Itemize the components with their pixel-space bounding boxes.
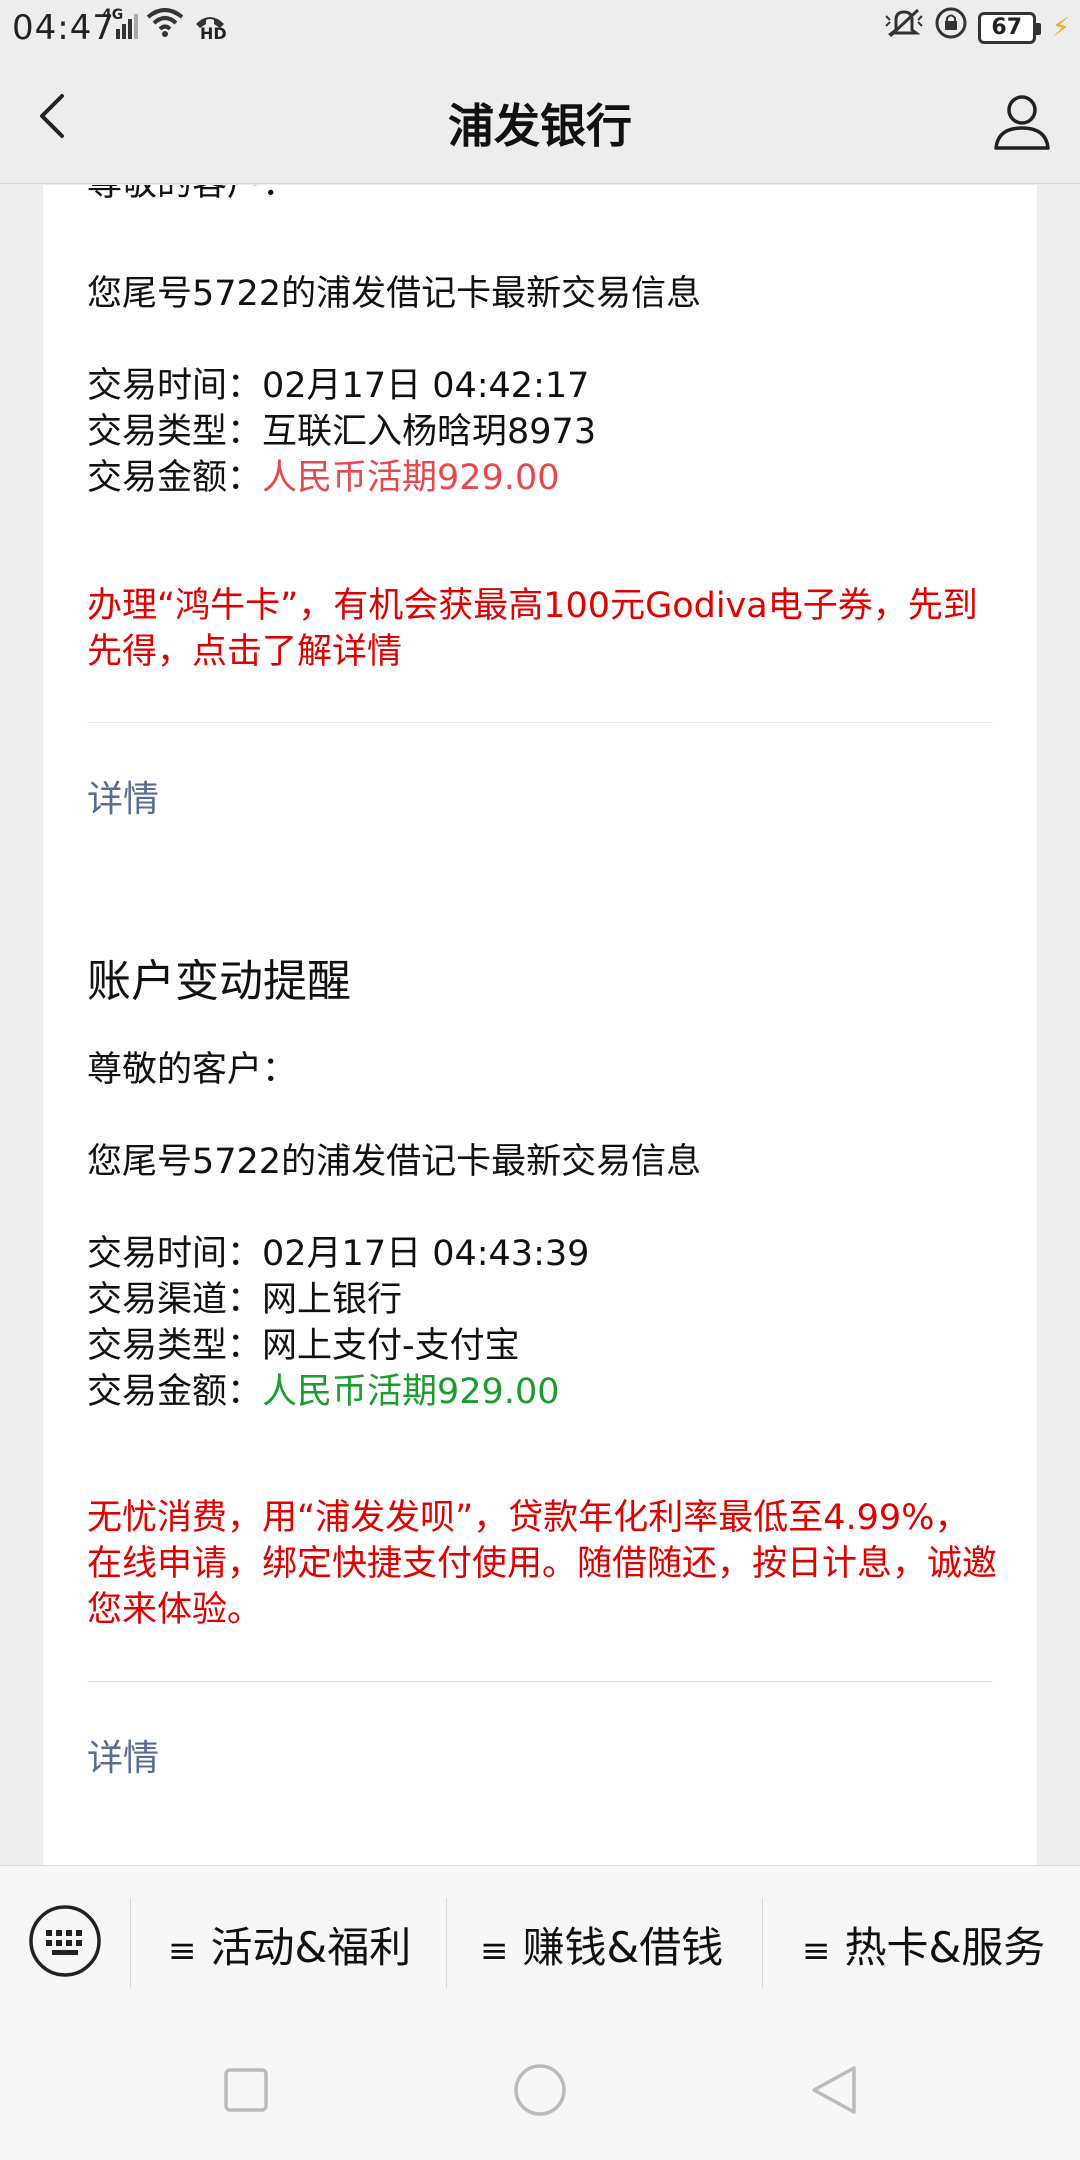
- transaction-time: 交易时间：02月17日 04:42:17: [87, 366, 590, 406]
- status-bar: 04:47 4G HD 67 ⚡: [0, 0, 1080, 56]
- menu-divider: [130, 1898, 131, 1988]
- details-link[interactable]: 详情: [87, 770, 159, 822]
- amount-value: 人民币活期929.00: [262, 458, 560, 498]
- battery-icon: 67: [977, 11, 1041, 44]
- message-list[interactable]: 尊敬的客户： 您尾号5722的浦发借记卡最新交易信息 交易时间：02月17日 0…: [0, 185, 1080, 1865]
- recent-apps-icon[interactable]: [216, 2060, 276, 2120]
- menu-lines-icon: ≡: [802, 1931, 831, 1971]
- message-card: 账户变动提醒 尊敬的客户： 您尾号5722的浦发借记卡最新交易信息 交易时间：0…: [43, 883, 1037, 1865]
- greeting: 尊敬的客户：: [87, 185, 297, 206]
- amount-value: 人民币活期929.00: [262, 1372, 560, 1412]
- user-icon[interactable]: [990, 90, 1054, 154]
- rotation-lock-icon: [934, 6, 968, 49]
- bottom-menu: ≡ 活动&福利 ≡ 赚钱&借钱 ≡ 热卡&服务: [0, 1865, 1080, 2020]
- keyboard-icon[interactable]: [28, 1904, 102, 1978]
- transaction-amount: 交易金额：人民币活期929.00: [87, 1372, 560, 1412]
- promo-link[interactable]: 无忧消费，用“浦发发呗”，贷款年化利率最低至4.99%，在线申请，绑定快捷支付使…: [87, 1495, 997, 1633]
- promo-link[interactable]: 办理“鸿牛卡”，有机会获最高100元Godiva电子券，先到先得，点击了解详情: [87, 583, 997, 675]
- transaction-time: 交易时间：02月17日 04:43:39: [87, 1234, 590, 1274]
- greeting: 尊敬的客户：: [87, 1050, 298, 1090]
- transaction-amount: 交易金额：人民币活期929.00: [87, 458, 560, 498]
- divider: [87, 1681, 993, 1682]
- hd-call-icon: HD: [192, 10, 228, 43]
- battery-level: 67: [991, 15, 1023, 40]
- nav-bar: 浦发银行: [0, 56, 1080, 184]
- status-time: 04:47: [12, 8, 115, 48]
- card-title: 账户变动提醒: [87, 956, 351, 1007]
- menu-item-cards-services[interactable]: ≡ 热卡&服务: [802, 1914, 1045, 1975]
- signal-icon: 4G: [102, 7, 138, 41]
- transaction-channel: 交易渠道：网上银行: [87, 1280, 403, 1320]
- menu-divider: [446, 1898, 447, 1988]
- hd-label: HD: [200, 24, 227, 43]
- menu-lines-icon: ≡: [168, 1931, 197, 1971]
- wifi-icon: [146, 6, 184, 46]
- charging-icon: ⚡: [1051, 12, 1070, 43]
- summary: 您尾号5722的浦发借记卡最新交易信息: [87, 274, 702, 314]
- menu-item-earn-borrow[interactable]: ≡ 赚钱&借钱: [480, 1914, 723, 1975]
- transaction-type: 交易类型：互联汇入杨晗玥8973: [87, 412, 597, 452]
- silent-bell-icon: [884, 6, 924, 49]
- home-icon[interactable]: [510, 2060, 570, 2120]
- system-nav-bar: [0, 2020, 1080, 2160]
- details-link[interactable]: 详情: [87, 1729, 159, 1781]
- divider: [87, 722, 993, 723]
- page-title: 浦发银行: [448, 99, 632, 153]
- menu-divider: [762, 1898, 763, 1988]
- menu-lines-icon: ≡: [480, 1931, 509, 1971]
- transaction-type: 交易类型：网上支付-支付宝: [87, 1326, 520, 1366]
- back-triangle-icon[interactable]: [804, 2060, 864, 2120]
- menu-item-activities[interactable]: ≡ 活动&福利: [168, 1914, 411, 1975]
- summary: 您尾号5722的浦发借记卡最新交易信息: [87, 1142, 702, 1182]
